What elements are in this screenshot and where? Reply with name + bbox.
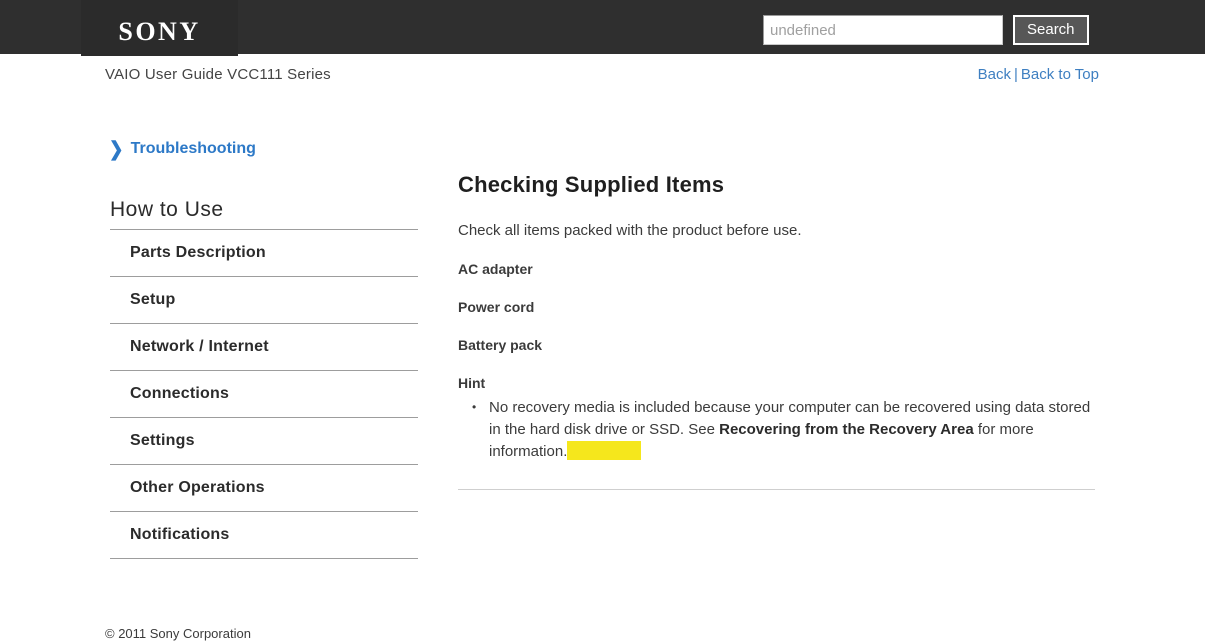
hint-label: Hint [458, 375, 486, 391]
nav-separator: | [1013, 66, 1018, 83]
chevron-right-icon: ❯ [109, 137, 124, 161]
back-to-top-link[interactable]: Back to Top [1021, 66, 1099, 83]
intro-text: Check all items packed with the product … [458, 222, 802, 239]
sony-logo-text: SONY [118, 17, 201, 46]
sidebar-item-connections[interactable]: Connections [110, 371, 418, 418]
supplied-item-battery-pack: Battery pack [458, 337, 543, 353]
sidebar-item-settings[interactable]: Settings [110, 418, 418, 465]
troubleshooting-label: Troubleshooting [130, 140, 256, 157]
hint-list-item: No recovery media is included because yo… [458, 396, 1095, 463]
sidebar-item-network-internet[interactable]: Network / Internet [110, 324, 418, 371]
content-divider [458, 489, 1095, 490]
footer-copyright: © 2011 Sony Corporation [105, 626, 251, 641]
sub-header: VAIO User Guide VCC111 Series Back | Back … [0, 62, 1205, 92]
sidebar-item-troubleshooting[interactable]: ❯ Troubleshooting [109, 137, 418, 161]
page-title: Checking Supplied Items [458, 172, 725, 197]
sidebar-item-other-operations[interactable]: Other Operations [110, 465, 418, 512]
guide-title: VAIO User Guide VCC111 Series [105, 66, 331, 83]
sony-logo-box[interactable]: SONY [81, 0, 238, 56]
back-link[interactable]: Back [978, 66, 1011, 83]
sidebar-item-setup[interactable]: Setup [110, 277, 418, 324]
top-nav-links: Back | Back to Top [978, 66, 1099, 83]
supplied-item-power-cord: Power cord [458, 299, 535, 315]
yellow-highlight-block [567, 441, 642, 460]
sidebar-section-title: How to Use [110, 198, 224, 221]
supplied-item-ac-adapter: AC adapter [458, 261, 533, 277]
main-content: Checking Supplied Items Check all items … [458, 172, 1095, 490]
sidebar-item-notifications[interactable]: Notifications [110, 512, 418, 559]
hint-bold-reference[interactable]: Recovering from the Recovery Area [719, 421, 974, 438]
sidebar-nav-list: Parts Description Setup Network / Intern… [110, 229, 418, 559]
search-area: Search [763, 15, 1089, 45]
hint-list: No recovery media is included because yo… [458, 396, 1095, 463]
sidebar-item-parts-description[interactable]: Parts Description [110, 230, 418, 277]
search-button[interactable]: Search [1013, 15, 1089, 45]
sidebar: ❯ Troubleshooting How to Use Parts Descr… [109, 137, 418, 559]
site-header: SONY Search [0, 0, 1205, 56]
search-input[interactable] [763, 15, 1003, 45]
